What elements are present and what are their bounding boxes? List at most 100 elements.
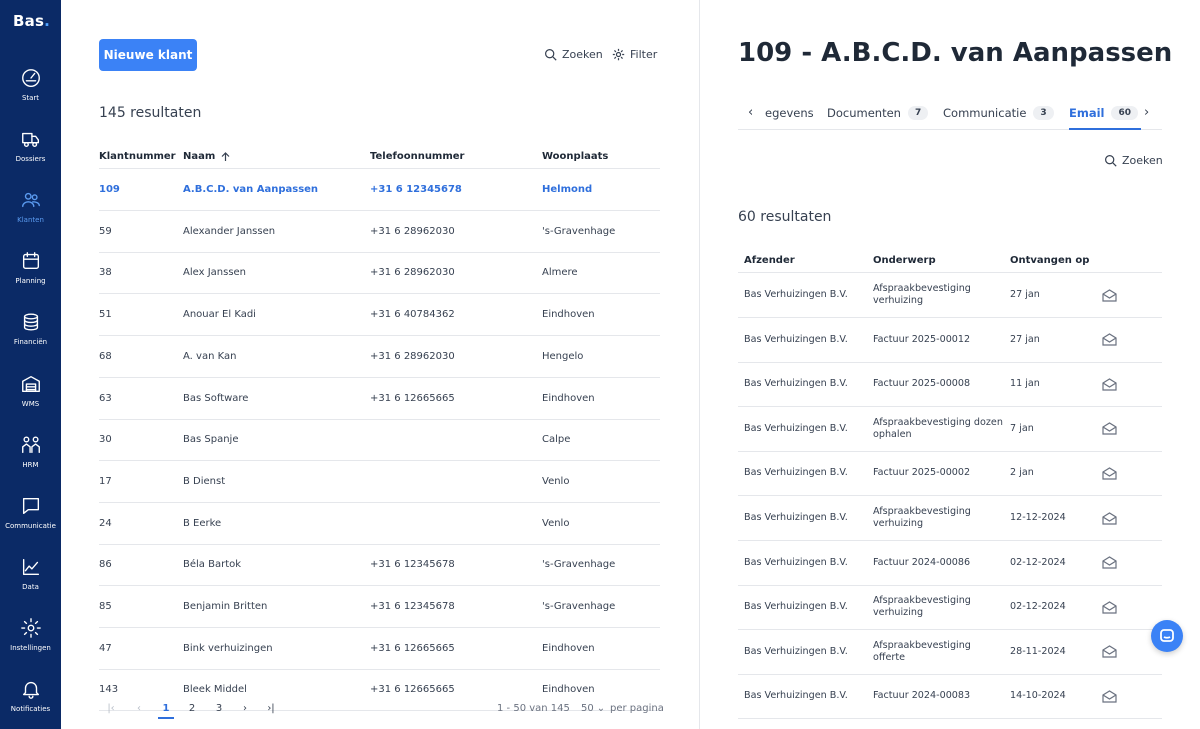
app-logo[interactable]: Bas. [13,12,50,30]
cell-ontvangen-op: 2 jan [1010,467,1034,479]
truck-icon [21,132,39,148]
table-row[interactable]: 38 Alex Janssen +31 6 28962030 Almere [99,252,660,295]
nav-item-financien[interactable]: Financiën [0,311,61,367]
cell-telefoonnummer: +31 6 12665665 [370,642,455,654]
column-header-telefoonnummer[interactable]: Telefoonnummer [370,151,465,162]
envelope-open-icon[interactable] [1102,318,1117,362]
cell-afzender: Bas Verhuizingen B.V. [744,512,848,523]
envelope-open-icon[interactable] [1102,541,1117,585]
envelope-open-icon[interactable] [1102,630,1117,674]
new-customer-button[interactable]: Nieuwe klant [99,39,197,71]
envelope-open-icon[interactable] [1102,674,1117,718]
pagination-range: 1 - 50 van 145 [497,703,570,714]
cell-onderwerp: Afspraakbevestiging verhuizing [873,506,971,529]
last-page-icon[interactable]: ›| [263,703,279,714]
cell-onderwerp: Factuur 2025-00012 [873,333,971,345]
table-row[interactable]: 109 A.B.C.D. van Aanpassen +31 6 12345678 H… [99,169,660,211]
table-row[interactable]: 86 Béla Bartok +31 6 12345678 's-Gravenhage [99,544,660,587]
cell-woonplaats: 's-Gravenhage [542,225,616,237]
envelope-open-icon[interactable] [1102,407,1117,451]
nav-item-wms[interactable]: WMS [0,373,61,429]
users-icon [21,192,40,208]
nav-label-start: Start [21,94,40,102]
envelope-open-icon[interactable] [1102,451,1117,495]
tab-documenten[interactable]: Documenten 7 [827,106,929,120]
filter-button[interactable]: Filter [612,48,657,61]
cell-afzender: Bas Verhuizingen B.V. [744,378,848,390]
nav-item-dossiers[interactable]: Dossiers [0,128,61,184]
cell-naam: A. van Kan [183,350,237,362]
nav-label-wms: WMS [21,400,40,408]
cell-woonplaats: Eindhoven [542,642,595,654]
envelope-open-icon[interactable] [1102,585,1117,629]
nav-item-data[interactable]: Data [0,556,61,612]
nav-label-financien: Financiën [13,338,48,346]
envelope-open-icon[interactable] [1102,362,1117,406]
page-1[interactable]: 1 [158,703,174,719]
cell-woonplaats: Helmond [542,184,593,195]
column-header-ontvangen-op[interactable]: Ontvangen op [1010,255,1089,266]
email-row[interactable]: Bas Verhuizingen B.V. Afspraakbevestiging… [738,273,1162,318]
email-row[interactable]: Bas Verhuizingen B.V. Afspraakbevestiging… [738,630,1162,675]
envelope-open-icon[interactable] [1102,273,1117,317]
email-row[interactable]: Bas Verhuizingen B.V. Factuur 2025-00002 2… [738,451,1162,497]
previous-page-icon[interactable]: ‹ [131,703,147,714]
cell-woonplaats: Venlo [542,517,570,529]
table-row[interactable]: 59 Alexander Janssen +31 6 28962030 's-Grav… [99,211,660,253]
email-row[interactable]: Bas Verhuizingen B.V. Factuur 2025-00008 1… [738,362,1162,408]
per-page-select[interactable]: 50 ⌄ [581,703,605,714]
email-row[interactable]: Bas Verhuizingen B.V. Factuur 2024-00083 1… [738,674,1162,720]
email-row[interactable]: Bas Verhuizingen B.V. Afspraakbevestiging… [738,496,1162,541]
calendar-icon [22,252,39,270]
email-row[interactable]: Bas Verhuizingen B.V. Afspraakbevestiging… [738,585,1162,631]
cell-naam: Alex Janssen [183,267,247,279]
table-row[interactable]: 30 Bas Spanje Calpe [99,419,660,462]
column-header-klantnummer[interactable]: Klantnummer [99,151,176,162]
support-chat-button[interactable] [1151,620,1183,652]
tabs-scroll-right-icon[interactable]: › [1144,105,1149,120]
tab-communicatie[interactable]: Communicatie 3 [943,106,1054,120]
cell-naam: Bink verhuizingen [183,642,273,654]
cell-ontvangen-op: 02-12-2024 [1010,601,1066,613]
cell-naam: Anouar El Kadi [183,309,256,321]
cell-telefoonnummer: +31 6 12345678 [370,184,462,195]
email-row[interactable]: Bas Verhuizingen B.V. Afspraakbevestiging… [738,407,1162,452]
table-row[interactable]: 17 B Dienst Venlo [99,461,660,503]
table-row[interactable]: 68 A. van Kan +31 6 28962030 Hengelo [99,336,660,378]
column-header-naam-label: Naam [183,151,216,162]
table-row[interactable]: 51 Anouar El Kadi +31 6 40784362 Eindhoven [99,294,660,337]
cell-onderwerp: Afspraakbevestiging offerte [873,639,971,663]
table-row[interactable]: 47 Bink verhuizingen +31 6 12665665 Eindhov… [99,628,660,670]
nav-item-planning[interactable]: Planning [0,250,61,306]
nav-item-communicatie[interactable]: Communicatie [0,495,61,551]
chart-icon [22,558,39,576]
column-header-afzender[interactable]: Afzender [744,255,795,266]
nav-item-klanten[interactable]: Klanten [0,189,61,245]
nav-item-hrm[interactable]: HRM [0,434,61,490]
email-row[interactable]: Bas Verhuizingen B.V. Factuur 2024-00086 0… [738,541,1162,586]
column-header-woonplaats[interactable]: Woonplaats [542,151,608,162]
search-button[interactable]: Zoeken [544,48,603,61]
speedometer-icon [21,69,40,87]
table-row[interactable]: 63 Bas Software +31 6 12665665 Eindhoven [99,378,660,420]
table-row[interactable]: 24 B Eerke Venlo [99,503,660,545]
tabs-scroll-left-icon[interactable]: ‹ [748,105,753,120]
column-header-naam[interactable]: Naam [183,151,230,162]
page-3[interactable]: 3 [211,703,227,714]
tab-gegevens[interactable]: egevens [765,106,814,120]
next-page-icon[interactable]: › [237,703,253,714]
envelope-open-icon[interactable] [1102,496,1117,540]
cell-telefoonnummer: +31 6 28962030 [370,267,455,279]
nav-item-start[interactable]: Start [0,67,61,123]
email-row[interactable]: Bas Verhuizingen B.V. Factuur 2025-00012 2… [738,318,1162,363]
column-header-onderwerp[interactable]: Onderwerp [873,255,936,266]
nav-item-notificaties[interactable]: Notificaties [0,678,61,729]
cell-klantnummer: 59 [99,225,112,237]
nav-label-hrm: HRM [22,461,39,469]
nav-item-instellingen[interactable]: Instellingen [0,617,61,673]
page-2[interactable]: 2 [184,703,200,714]
email-search-button[interactable]: Zoeken [1104,154,1163,167]
tab-email[interactable]: Email 60 [1069,106,1139,120]
table-row[interactable]: 85 Benjamin Britten +31 6 12345678 's-Grave… [99,586,660,628]
first-page-icon[interactable]: |‹ [103,703,119,714]
